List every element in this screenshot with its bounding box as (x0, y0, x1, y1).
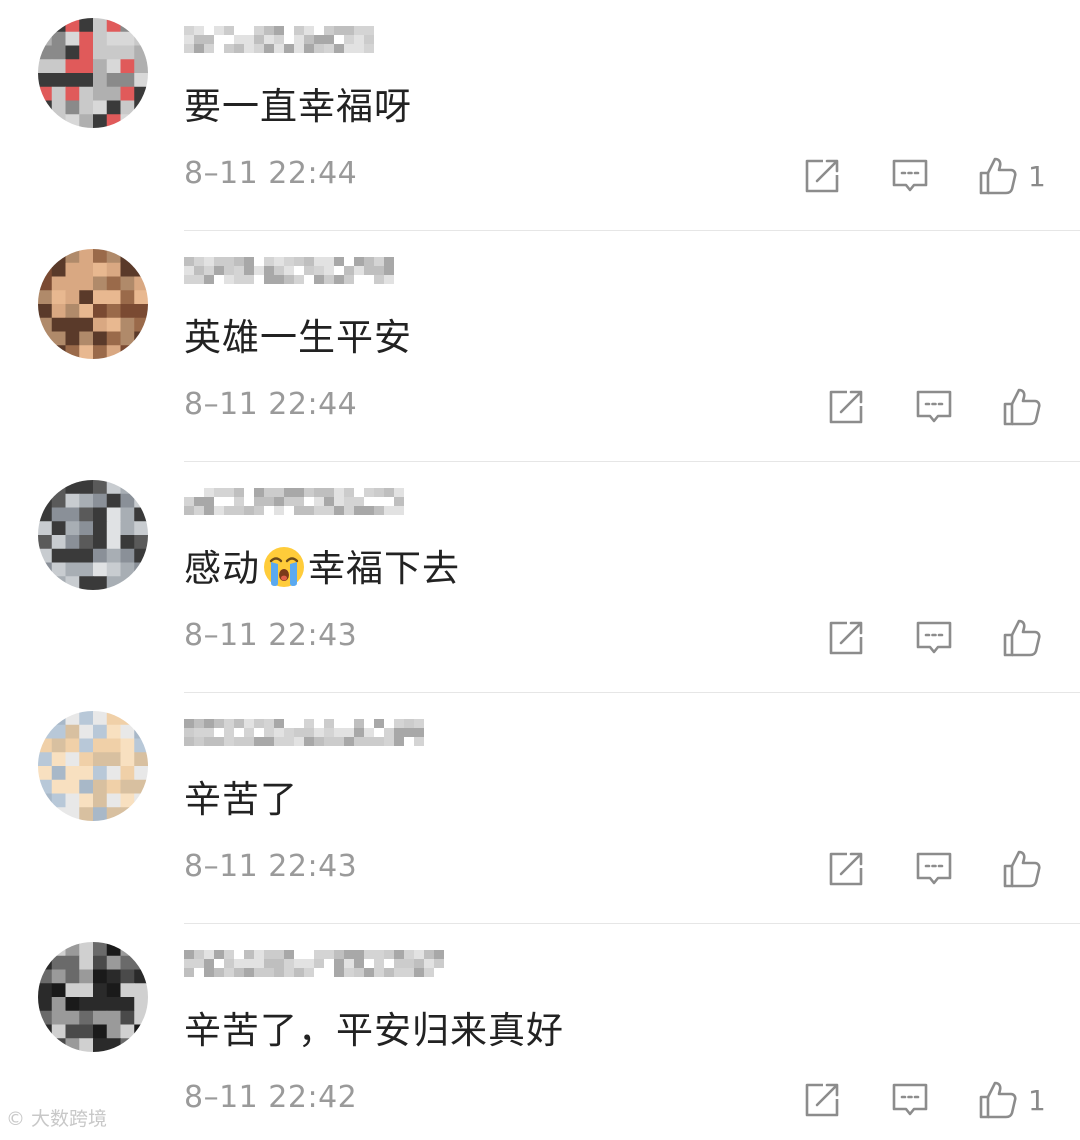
comment-actions (826, 616, 1042, 660)
comment-actions: 1 (802, 154, 1046, 198)
crying-emoji-icon (262, 545, 306, 589)
comment-item: 辛苦了，平安归来真好 8–11 22:42 1 (0, 924, 1080, 1140)
repost-icon[interactable] (826, 387, 866, 427)
comment-icon[interactable] (914, 618, 954, 658)
thumbs-up-icon[interactable] (1002, 387, 1042, 427)
avatar[interactable] (38, 942, 148, 1052)
comment-time: 8–11 22:43 (184, 849, 358, 884)
repost-icon[interactable] (802, 156, 842, 196)
like-count: 1 (1028, 159, 1046, 193)
comment-list: 要一直幸福呀 8–11 22:44 1 英雄一生平安 8–11 22:44 感动… (0, 0, 1080, 1140)
repost-icon[interactable] (802, 1080, 842, 1120)
comment-actions (826, 847, 1042, 891)
username-blurred[interactable] (184, 717, 444, 747)
comment-time: 8–11 22:44 (184, 387, 358, 422)
comment-time: 8–11 22:42 (184, 1080, 358, 1115)
comment-text: 要一直幸福呀 (184, 85, 412, 128)
comment-text-part: 感动 (184, 547, 260, 590)
thumbs-up-icon[interactable] (978, 156, 1018, 196)
repost-icon[interactable] (826, 618, 866, 658)
comment-time: 8–11 22:43 (184, 618, 358, 653)
comment-actions: 1 (802, 1078, 1046, 1122)
avatar[interactable] (38, 480, 148, 590)
comment-item: 辛苦了 8–11 22:43 (0, 693, 1080, 924)
avatar[interactable] (38, 711, 148, 821)
comment-item: 要一直幸福呀 8–11 22:44 1 (0, 0, 1080, 231)
comment-text: 辛苦了 (184, 778, 298, 821)
like-count: 1 (1028, 1083, 1046, 1117)
comment-item: 感动 幸福下去 8–11 22:43 (0, 462, 1080, 693)
username-blurred[interactable] (184, 486, 444, 516)
comment-text: 感动 幸福下去 (184, 538, 460, 592)
comment-icon[interactable] (890, 156, 930, 196)
thumbs-up-icon[interactable] (978, 1080, 1018, 1120)
watermark-logo-icon: © (6, 1108, 25, 1130)
comment-text: 辛苦了，平安归来真好 (184, 1009, 564, 1052)
repost-icon[interactable] (826, 849, 866, 889)
username-blurred[interactable] (184, 255, 444, 285)
watermark-text: 大数跨境 (31, 1108, 108, 1130)
comment-icon[interactable] (914, 387, 954, 427)
username-blurred[interactable] (184, 24, 444, 54)
comment-actions (826, 385, 1042, 429)
comment-time: 8–11 22:44 (184, 156, 358, 191)
comment-icon[interactable] (914, 849, 954, 889)
thumbs-up-icon[interactable] (1002, 618, 1042, 658)
username-blurred[interactable] (184, 948, 444, 978)
comment-item: 英雄一生平安 8–11 22:44 (0, 231, 1080, 462)
watermark: © 大数跨境 (6, 1104, 107, 1131)
thumbs-up-icon[interactable] (1002, 849, 1042, 889)
comment-text: 英雄一生平安 (184, 316, 412, 359)
comment-text-part: 幸福下去 (308, 547, 460, 590)
comment-icon[interactable] (890, 1080, 930, 1120)
avatar[interactable] (38, 249, 148, 359)
avatar[interactable] (38, 18, 148, 128)
